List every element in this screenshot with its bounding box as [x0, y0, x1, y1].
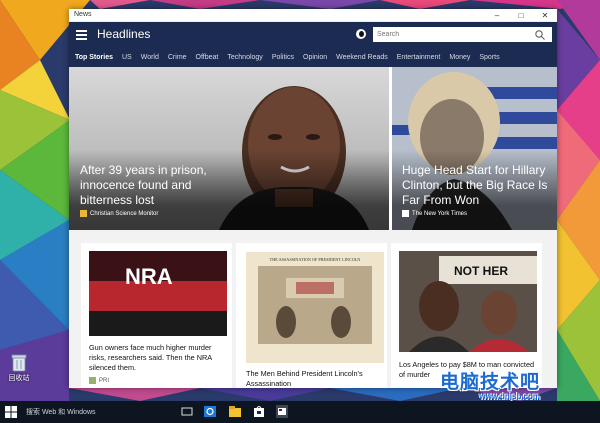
hero-section: After 39 years in prison, innocence foun…	[69, 67, 557, 230]
tab-sports[interactable]: Sports	[479, 54, 499, 61]
engraving-caption: THE ASSASSINATION OF PRESIDENT LINCOLN	[270, 257, 361, 262]
hero-source: The New York Times	[402, 210, 467, 217]
store-icon[interactable]	[253, 405, 265, 418]
news-app-taskbar-icon[interactable]	[276, 405, 288, 418]
recycle-bin[interactable]: 回收站	[4, 352, 34, 383]
maximize-button[interactable]: □	[509, 9, 533, 22]
window-controls: – □ ✕	[485, 9, 557, 22]
search-icon[interactable]	[534, 29, 546, 41]
tab-entertainment[interactable]: Entertainment	[397, 54, 441, 61]
hero-headline: Huge Head Start for Hillary Clinton, but…	[402, 163, 548, 207]
monitor-logo-icon	[80, 210, 87, 217]
hero-story-card[interactable]: After 39 years in prison, innocence foun…	[69, 67, 389, 230]
nra-photo: NRA	[89, 251, 227, 336]
tab-crime[interactable]: Crime	[168, 54, 187, 61]
taskbar: 搜索 Web 和 Windows	[0, 401, 600, 423]
news-app-window: News – □ ✕ Headlines Top Stories US Worl…	[69, 9, 557, 388]
nyt-logo-icon	[402, 210, 409, 217]
story-thumbnail: NRA	[89, 251, 227, 336]
watermark-logo: 电脑技术吧 www.dnjsb.com	[440, 367, 540, 401]
lincoln-engraving: THE ASSASSINATION OF PRESIDENT LINCOLN	[246, 252, 384, 363]
taskbar-search-box[interactable]: 搜索 Web 和 Windows	[26, 407, 96, 417]
task-view-icon[interactable]	[181, 405, 193, 418]
title-bar[interactable]: News – □ ✕	[69, 9, 557, 22]
story-headline: The Men Behind President Lincoln's Assas…	[246, 369, 363, 388]
recycle-bin-label: 回收站	[8, 375, 30, 382]
sign-image-text: NOT HER	[454, 264, 508, 278]
tab-us[interactable]: US	[122, 54, 132, 61]
hamburger-menu-icon[interactable]	[73, 26, 90, 43]
pri-logo-icon	[89, 377, 96, 384]
tab-top-stories[interactable]: Top Stories	[75, 54, 113, 61]
recycle-bin-icon	[11, 354, 27, 372]
file-explorer-icon[interactable]	[229, 405, 241, 418]
close-button[interactable]: ✕	[533, 9, 557, 22]
hero-source: Christian Science Monitor	[80, 210, 158, 217]
edge-browser-icon[interactable]	[204, 405, 216, 418]
story-card[interactable]: THE ASSASSINATION OF PRESIDENT LINCOLN T…	[236, 243, 387, 388]
tab-money[interactable]: Money	[449, 54, 470, 61]
page-title: Headlines	[97, 27, 151, 41]
hero-source-name: Christian Science Monitor	[90, 210, 159, 217]
profile-avatar-icon[interactable]	[356, 29, 366, 39]
story-grid: NRA Gun owners face much higher murder r…	[69, 230, 557, 388]
story-source-name: PRI	[99, 377, 110, 384]
watermark-text: 电脑技术吧	[440, 372, 541, 393]
category-nav: Top Stories US World Crime Offbeat Techn…	[69, 47, 557, 67]
story-headline: Gun owners face much higher murder risks…	[89, 343, 212, 372]
story-thumbnail: THE ASSASSINATION OF PRESIDENT LINCOLN	[246, 252, 384, 363]
la-photo: NOT HER	[399, 251, 537, 352]
story-thumbnail: NOT HER	[399, 251, 537, 352]
tab-offbeat[interactable]: Offbeat	[196, 54, 219, 61]
hero-headline: After 39 years in prison, innocence foun…	[80, 163, 207, 207]
tab-world[interactable]: World	[141, 54, 159, 61]
search-input[interactable]	[373, 27, 552, 42]
story-card[interactable]: NRA Gun owners face much higher murder r…	[81, 243, 232, 388]
hero-story-card[interactable]: Huge Head Start for Hillary Clinton, but…	[392, 67, 557, 230]
app-header: Headlines	[69, 22, 557, 47]
minimize-button[interactable]: –	[485, 9, 509, 22]
tab-opinion[interactable]: Opinion	[303, 54, 327, 61]
tab-politics[interactable]: Politics	[272, 54, 294, 61]
nra-image-text: NRA	[125, 264, 173, 289]
windows-start-icon[interactable]	[5, 406, 17, 418]
tab-technology[interactable]: Technology	[227, 54, 262, 61]
tab-weekend-reads[interactable]: Weekend Reads	[336, 54, 388, 61]
hero-source-name: The New York Times	[412, 210, 468, 217]
window-title: News	[74, 11, 92, 18]
watermark-url: www.dnjsb.com	[479, 392, 541, 401]
story-source: PRI	[89, 377, 109, 384]
